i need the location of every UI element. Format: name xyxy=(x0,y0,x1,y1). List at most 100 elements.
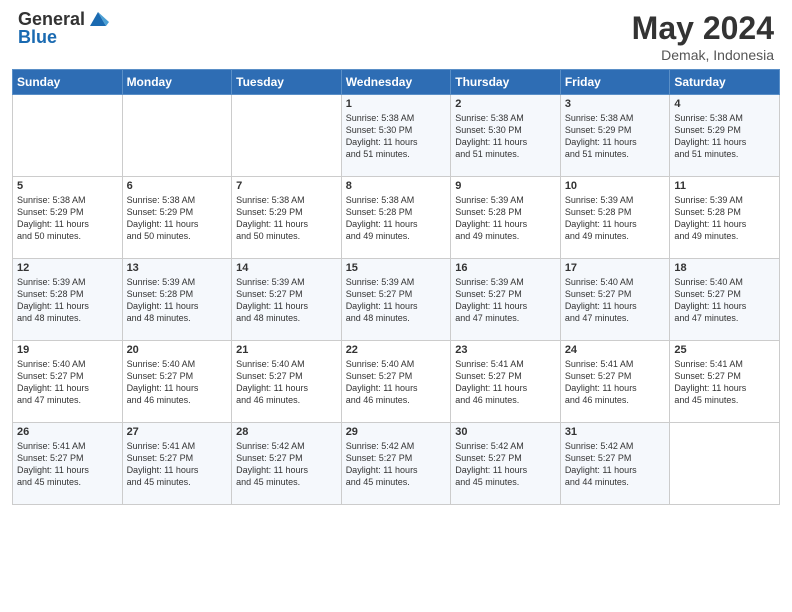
calendar-cell: 1 Sunrise: 5:38 AMSunset: 5:30 PMDaylight… xyxy=(341,95,451,177)
day-number: 9 xyxy=(455,180,556,192)
day-info: Sunrise: 5:41 AMSunset: 5:27 PMDaylight:… xyxy=(127,440,228,489)
day-info: Sunrise: 5:38 AMSunset: 5:28 PMDaylight:… xyxy=(346,194,447,243)
calendar-cell: 11 Sunrise: 5:39 AMSunset: 5:28 PMDayligh… xyxy=(670,177,780,259)
calendar-cell: 30Sunrise: 5:42 AMSunset: 5:27 PMDayligh… xyxy=(451,423,561,505)
calendar-week-5: 26 Sunrise: 5:41 AMSunset: 5:27 PMDayligh… xyxy=(13,423,780,505)
title-location: Demak, Indonesia xyxy=(632,47,774,63)
calendar-cell: 14 Sunrise: 5:39 AMSunset: 5:27 PMDayligh… xyxy=(232,259,342,341)
calendar-cell: 19 Sunrise: 5:40 AMSunset: 5:27 PMDayligh… xyxy=(13,341,123,423)
calendar-week-3: 12 Sunrise: 5:39 AMSunset: 5:28 PMDayligh… xyxy=(13,259,780,341)
day-number: 25 xyxy=(674,344,775,356)
header-friday: Friday xyxy=(560,70,670,95)
title-month: May 2024 xyxy=(632,10,774,47)
day-info: Sunrise: 5:39 AMSunset: 5:27 PMDaylight:… xyxy=(455,276,556,325)
calendar-cell: 13 Sunrise: 5:39 AMSunset: 5:28 PMDayligh… xyxy=(122,259,232,341)
day-number: 10 xyxy=(565,180,666,192)
day-info: Sunrise: 5:38 AMSunset: 5:29 PMDaylight:… xyxy=(236,194,337,243)
logo-text: General Blue xyxy=(18,10,109,48)
calendar-cell: 22 Sunrise: 5:40 AMSunset: 5:27 PMDayligh… xyxy=(341,341,451,423)
day-info: Sunrise: 5:38 AMSunset: 5:29 PMDaylight:… xyxy=(17,194,118,243)
calendar-cell: 28Sunrise: 5:42 AMSunset: 5:27 PMDayligh… xyxy=(232,423,342,505)
page: General Blue May 2024 Demak, Indonesia S… xyxy=(0,0,792,612)
day-number: 20 xyxy=(127,344,228,356)
calendar-cell: 20Sunrise: 5:40 AMSunset: 5:27 PMDayligh… xyxy=(122,341,232,423)
logo-icon xyxy=(87,8,109,30)
day-info: Sunrise: 5:39 AMSunset: 5:27 PMDaylight:… xyxy=(236,276,337,325)
calendar-cell: 26Sunrise: 5:41 AMSunset: 5:27 PMDayligh… xyxy=(13,423,123,505)
day-info: Sunrise: 5:40 AMSunset: 5:27 PMDaylight:… xyxy=(17,358,118,407)
day-info: Sunrise: 5:42 AMSunset: 5:27 PMDaylight:… xyxy=(565,440,666,489)
header-sunday: Sunday xyxy=(13,70,123,95)
day-info: Sunrise: 5:38 AMSunset: 5:29 PMDaylight:… xyxy=(674,112,775,161)
day-info: Sunrise: 5:39 AMSunset: 5:28 PMDaylight:… xyxy=(565,194,666,243)
day-number: 4 xyxy=(674,98,775,110)
day-number: 28 xyxy=(236,426,337,438)
calendar-cell: 18 Sunrise: 5:40 AMSunset: 5:27 PMDayligh… xyxy=(670,259,780,341)
calendar-cell: 12 Sunrise: 5:39 AMSunset: 5:28 PMDayligh… xyxy=(13,259,123,341)
day-number: 16 xyxy=(455,262,556,274)
day-info: Sunrise: 5:40 AMSunset: 5:27 PMDaylight:… xyxy=(565,276,666,325)
day-info: Sunrise: 5:38 AMSunset: 5:29 PMDaylight:… xyxy=(127,194,228,243)
day-number: 24 xyxy=(565,344,666,356)
calendar-cell: 15Sunrise: 5:39 AMSunset: 5:27 PMDayligh… xyxy=(341,259,451,341)
header-tuesday: Tuesday xyxy=(232,70,342,95)
calendar-cell: 17 Sunrise: 5:40 AMSunset: 5:27 PMDayligh… xyxy=(560,259,670,341)
day-number: 2 xyxy=(455,98,556,110)
calendar-cell xyxy=(232,95,342,177)
calendar-cell: 27Sunrise: 5:41 AMSunset: 5:27 PMDayligh… xyxy=(122,423,232,505)
calendar-week-1: 1 Sunrise: 5:38 AMSunset: 5:30 PMDaylight… xyxy=(13,95,780,177)
calendar-cell: 10 Sunrise: 5:39 AMSunset: 5:28 PMDayligh… xyxy=(560,177,670,259)
calendar-cell xyxy=(122,95,232,177)
day-info: Sunrise: 5:42 AMSunset: 5:27 PMDaylight:… xyxy=(346,440,447,489)
header-monday: Monday xyxy=(122,70,232,95)
day-number: 1 xyxy=(346,98,447,110)
day-header-row: Sunday Monday Tuesday Wednesday Thursday… xyxy=(13,70,780,95)
day-number: 21 xyxy=(236,344,337,356)
day-number: 5 xyxy=(17,180,118,192)
logo: General Blue xyxy=(18,10,109,48)
day-info: Sunrise: 5:38 AMSunset: 5:29 PMDaylight:… xyxy=(565,112,666,161)
calendar-cell: 5 Sunrise: 5:38 AMSunset: 5:29 PMDaylight… xyxy=(13,177,123,259)
day-number: 29 xyxy=(346,426,447,438)
day-info: Sunrise: 5:38 AMSunset: 5:30 PMDaylight:… xyxy=(346,112,447,161)
day-info: Sunrise: 5:39 AMSunset: 5:28 PMDaylight:… xyxy=(17,276,118,325)
day-info: Sunrise: 5:40 AMSunset: 5:27 PMDaylight:… xyxy=(674,276,775,325)
day-info: Sunrise: 5:39 AMSunset: 5:28 PMDaylight:… xyxy=(127,276,228,325)
day-number: 26 xyxy=(17,426,118,438)
calendar-cell xyxy=(670,423,780,505)
header-thursday: Thursday xyxy=(451,70,561,95)
day-info: Sunrise: 5:40 AMSunset: 5:27 PMDaylight:… xyxy=(346,358,447,407)
day-number: 14 xyxy=(236,262,337,274)
day-number: 18 xyxy=(674,262,775,274)
day-number: 17 xyxy=(565,262,666,274)
calendar-cell: 4 Sunrise: 5:38 AMSunset: 5:29 PMDaylight… xyxy=(670,95,780,177)
day-number: 12 xyxy=(17,262,118,274)
day-info: Sunrise: 5:40 AMSunset: 5:27 PMDaylight:… xyxy=(236,358,337,407)
calendar-cell: 21 Sunrise: 5:40 AMSunset: 5:27 PMDayligh… xyxy=(232,341,342,423)
day-info: Sunrise: 5:39 AMSunset: 5:28 PMDaylight:… xyxy=(674,194,775,243)
day-info: Sunrise: 5:42 AMSunset: 5:27 PMDaylight:… xyxy=(455,440,556,489)
calendar-cell: 9 Sunrise: 5:39 AMSunset: 5:28 PMDaylight… xyxy=(451,177,561,259)
calendar: Sunday Monday Tuesday Wednesday Thursday… xyxy=(12,69,780,505)
calendar-week-4: 19 Sunrise: 5:40 AMSunset: 5:27 PMDayligh… xyxy=(13,341,780,423)
calendar-cell: 29 Sunrise: 5:42 AMSunset: 5:27 PMDayligh… xyxy=(341,423,451,505)
calendar-cell: 23Sunrise: 5:41 AMSunset: 5:27 PMDayligh… xyxy=(451,341,561,423)
day-info: Sunrise: 5:41 AMSunset: 5:27 PMDaylight:… xyxy=(674,358,775,407)
day-number: 3 xyxy=(565,98,666,110)
day-info: Sunrise: 5:39 AMSunset: 5:28 PMDaylight:… xyxy=(455,194,556,243)
day-number: 11 xyxy=(674,180,775,192)
day-number: 23 xyxy=(455,344,556,356)
title-block: May 2024 Demak, Indonesia xyxy=(632,10,774,63)
day-number: 19 xyxy=(17,344,118,356)
calendar-cell: 31 Sunrise: 5:42 AMSunset: 5:27 PMDayligh… xyxy=(560,423,670,505)
logo-blue: Blue xyxy=(18,28,109,48)
day-number: 7 xyxy=(236,180,337,192)
day-number: 31 xyxy=(565,426,666,438)
calendar-cell: 6Sunrise: 5:38 AMSunset: 5:29 PMDaylight… xyxy=(122,177,232,259)
day-number: 13 xyxy=(127,262,228,274)
header: General Blue May 2024 Demak, Indonesia xyxy=(0,0,792,69)
day-number: 22 xyxy=(346,344,447,356)
calendar-cell: 3 Sunrise: 5:38 AMSunset: 5:29 PMDaylight… xyxy=(560,95,670,177)
calendar-cell: 8Sunrise: 5:38 AMSunset: 5:28 PMDaylight… xyxy=(341,177,451,259)
header-saturday: Saturday xyxy=(670,70,780,95)
